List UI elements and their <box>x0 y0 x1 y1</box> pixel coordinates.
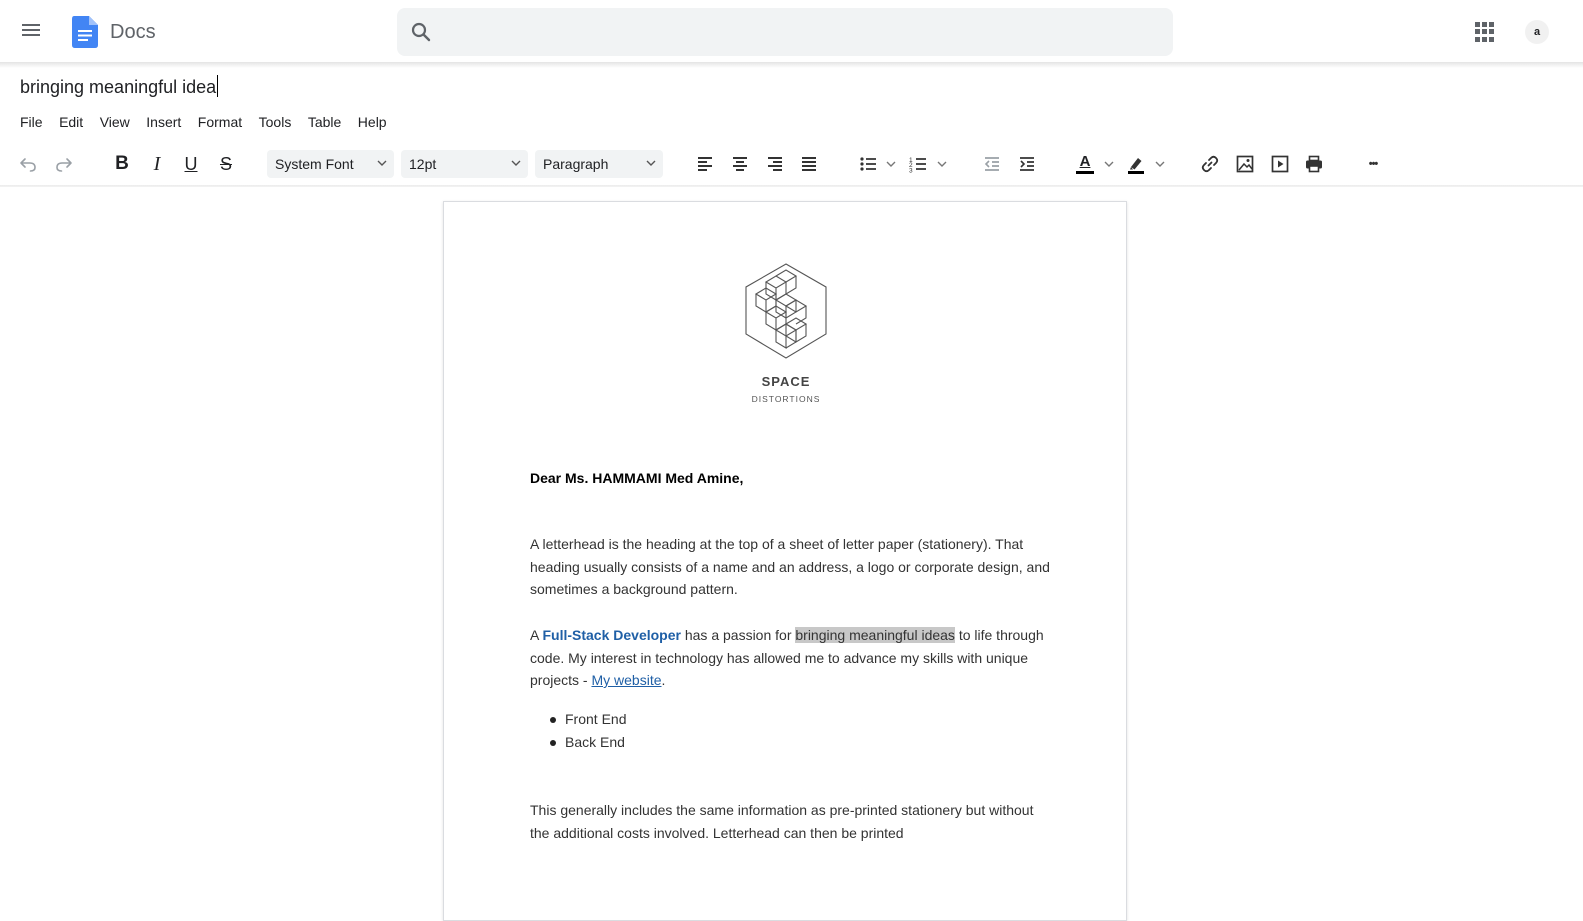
align-justify-icon <box>802 157 816 171</box>
insert-link-button[interactable] <box>1198 151 1222 177</box>
brand-subtitle: DISTORTIONS <box>751 394 821 404</box>
document-title-text[interactable]: bringing meaningful idea <box>20 77 216 97</box>
block-style-value: Paragraph <box>543 156 609 172</box>
align-center-icon <box>733 157 747 171</box>
font-size-value: 12pt <box>409 156 437 172</box>
bulleted-list-icon <box>860 157 876 171</box>
bold-button[interactable]: B <box>110 151 134 177</box>
brand-name: SPACE <box>761 374 811 389</box>
apps-grid-icon[interactable] <box>1475 22 1495 42</box>
salutation: Dear Ms. HAMMAMI Med Amine, <box>530 470 744 486</box>
print-button[interactable] <box>1302 151 1326 177</box>
paragraph-letterhead: A letterhead is the heading at the top o… <box>530 536 1050 597</box>
space-distortions-logo <box>745 263 827 359</box>
top-bar-shadow <box>0 62 1583 68</box>
italic-button[interactable]: I <box>145 151 169 177</box>
formatting-toolbar: B I U S System Font 12pt Paragraph 123 A… <box>0 143 1583 187</box>
bullet-list-button[interactable] <box>856 151 880 177</box>
chevron-down-icon <box>1104 161 1114 167</box>
paragraph-developer: A Full-Stack Developer has a passion for… <box>530 624 1050 692</box>
text-color-dropdown[interactable] <box>1102 151 1116 177</box>
numbered-list-button[interactable]: 123 <box>906 151 930 177</box>
highlight-color-dropdown[interactable] <box>1153 151 1167 177</box>
text-color-swatch <box>1076 171 1094 174</box>
text-color-button[interactable]: A <box>1073 151 1097 177</box>
align-justify-button[interactable] <box>798 151 820 177</box>
align-center-button[interactable] <box>729 151 751 177</box>
font-size-select[interactable]: 12pt <box>401 150 528 178</box>
menu-view[interactable]: View <box>100 114 130 130</box>
chevron-down-icon <box>937 161 947 167</box>
skills-list: Front End Back End <box>550 708 626 754</box>
align-left-icon <box>698 157 712 171</box>
document-page[interactable]: SPACE DISTORTIONS Dear Ms. HAMMAMI Med A… <box>443 201 1127 921</box>
menu-file[interactable]: File <box>20 114 43 130</box>
p2-end: . <box>661 672 666 688</box>
image-icon <box>1236 155 1254 173</box>
top-app-bar: Docs a <box>0 0 1583 64</box>
menu-format[interactable]: Format <box>198 114 242 130</box>
chevron-down-icon <box>886 161 896 167</box>
font-family-select[interactable]: System Font <box>267 150 394 178</box>
strikethrough-button[interactable]: S <box>214 151 238 177</box>
undo-icon <box>20 158 36 172</box>
numbered-list-dropdown[interactable] <box>935 151 949 177</box>
main-menu-icon[interactable] <box>20 21 42 43</box>
website-link[interactable]: My website <box>591 672 661 688</box>
highlight-color-button[interactable] <box>1124 151 1148 177</box>
chevron-down-icon <box>1155 161 1165 167</box>
insert-video-button[interactable] <box>1268 151 1292 177</box>
more-options-button[interactable]: ••• <box>1360 151 1386 177</box>
text-color-icon: A <box>1079 153 1091 170</box>
text-caret <box>217 75 219 97</box>
selected-text[interactable]: bringing meaningful ideas <box>795 627 955 643</box>
bullet-list-dropdown[interactable] <box>884 151 898 177</box>
role-highlight: Full-Stack Developer <box>542 627 681 643</box>
align-right-button[interactable] <box>764 151 786 177</box>
printer-icon <box>1306 155 1322 173</box>
chevron-down-icon <box>646 160 656 166</box>
menu-edit[interactable]: Edit <box>59 114 83 130</box>
outdent-icon <box>984 157 999 171</box>
link-icon <box>1201 155 1219 173</box>
search-icon[interactable] <box>409 20 433 44</box>
numbered-list-icon: 123 <box>909 157 926 175</box>
paragraph-stationery: This generally includes the same informa… <box>530 802 1034 841</box>
redo-button[interactable] <box>52 151 76 177</box>
list-item: Back End <box>550 731 626 754</box>
indent-icon <box>1020 157 1034 171</box>
avatar[interactable]: a <box>1525 20 1549 44</box>
font-family-value: System Font <box>275 156 354 172</box>
underline-button[interactable]: U <box>179 151 203 177</box>
p2-lead: A <box>530 627 543 643</box>
video-icon <box>1271 155 1289 173</box>
redo-icon <box>56 158 72 172</box>
indent-button[interactable] <box>1016 151 1038 177</box>
align-left-button[interactable] <box>694 151 716 177</box>
menu-help[interactable]: Help <box>358 114 387 130</box>
search-box[interactable] <box>397 8 1173 56</box>
svg-text:3: 3 <box>909 168 913 175</box>
docs-logo-icon[interactable] <box>72 16 98 48</box>
chevron-down-icon <box>377 160 387 166</box>
menu-tools[interactable]: Tools <box>259 114 292 130</box>
p2-text: has a passion for <box>680 627 796 643</box>
block-style-select[interactable]: Paragraph <box>535 150 663 178</box>
chevron-down-icon <box>511 160 521 166</box>
document-canvas: SPACE DISTORTIONS Dear Ms. HAMMAMI Med A… <box>0 187 1583 921</box>
menu-table[interactable]: Table <box>308 114 341 130</box>
insert-image-button[interactable] <box>1233 151 1257 177</box>
undo-button[interactable] <box>16 151 40 177</box>
align-right-icon <box>768 157 782 171</box>
outdent-button[interactable] <box>981 151 1003 177</box>
menu-insert[interactable]: Insert <box>146 114 181 130</box>
document-title[interactable]: bringing meaningful idea <box>20 75 219 98</box>
highlighter-icon <box>1128 158 1144 174</box>
list-item: Front End <box>550 708 626 731</box>
app-name[interactable]: Docs <box>110 21 156 44</box>
menu-bar: File Edit View Insert Format Tools Table… <box>20 114 403 130</box>
